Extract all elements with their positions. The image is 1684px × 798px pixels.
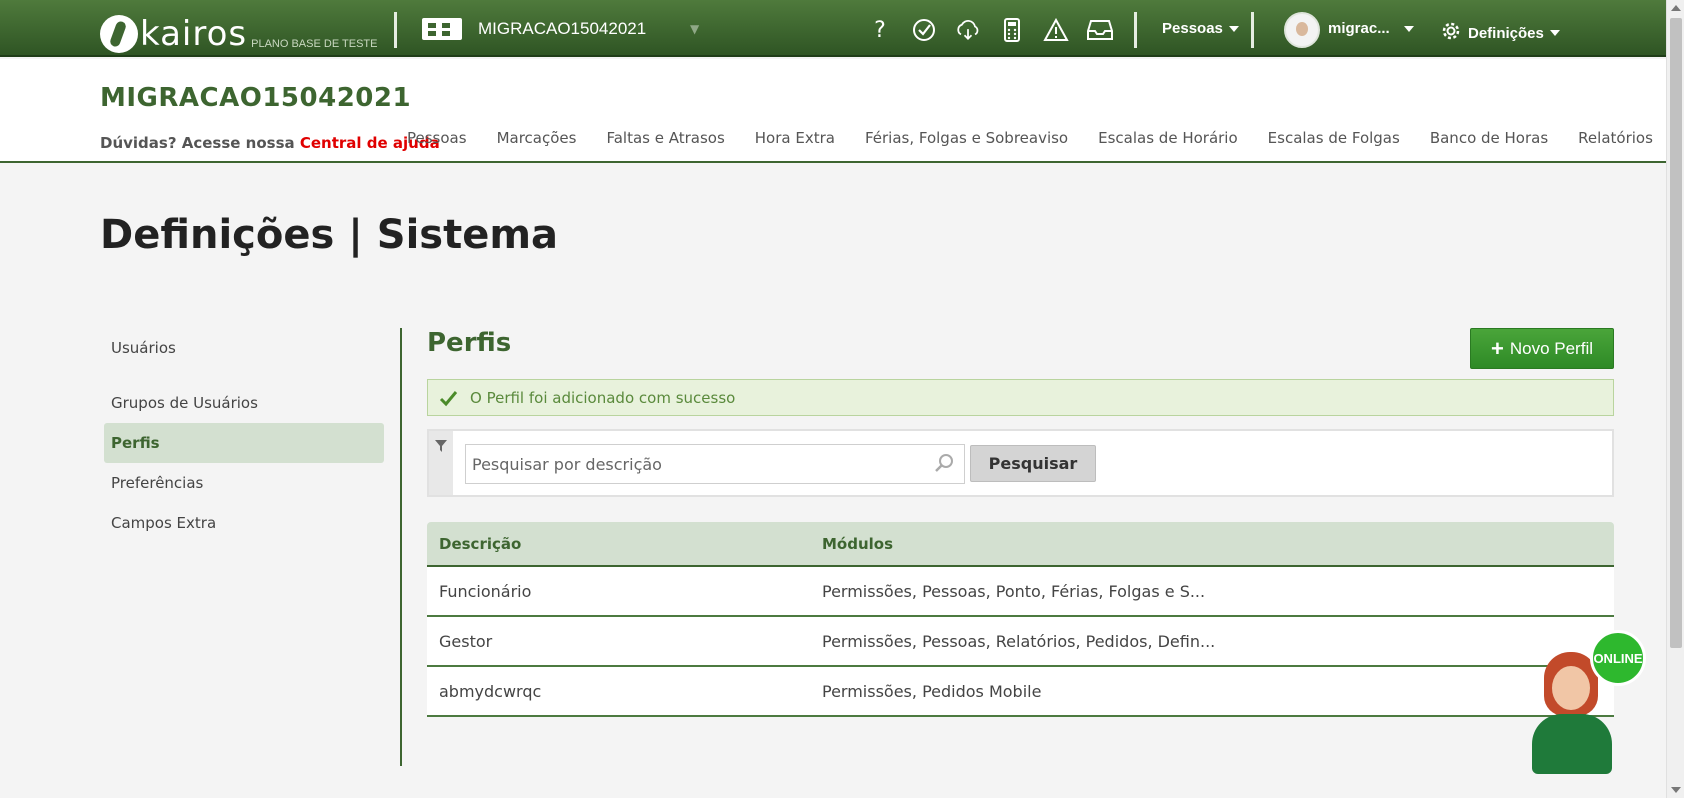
online-support-widget[interactable]: ONLINE bbox=[1530, 628, 1650, 778]
table-row[interactable]: abmydcwrqc Permissões, Pedidos Mobile bbox=[427, 667, 1614, 717]
sidenav-item-perfis[interactable]: Perfis bbox=[104, 423, 384, 463]
user-menu[interactable]: migrac... bbox=[1328, 20, 1414, 37]
avatar[interactable] bbox=[1284, 12, 1320, 48]
page-scrollbar[interactable] bbox=[1666, 0, 1684, 798]
new-profile-button[interactable]: + Novo Perfil bbox=[1470, 328, 1614, 369]
nav-item-pessoas[interactable]: Pessoas bbox=[392, 129, 482, 147]
filter-strip bbox=[429, 431, 453, 495]
filter-icon[interactable] bbox=[434, 439, 448, 457]
cell-modulos: Permissões, Pessoas, Relatórios, Pedidos… bbox=[822, 631, 1216, 651]
nav-item-hora-extra[interactable]: Hora Extra bbox=[740, 129, 850, 147]
search-input[interactable] bbox=[465, 444, 965, 484]
company-title: MIGRACAO15042021 bbox=[100, 83, 412, 113]
new-profile-label: Novo Perfil bbox=[1509, 338, 1593, 358]
settings-menu[interactable]: Definições bbox=[1440, 20, 1560, 46]
nav-item-faltas-atrasos[interactable]: Faltas e Atrasos bbox=[591, 129, 739, 147]
table-row[interactable]: Gestor Permissões, Pessoas, Relatórios, … bbox=[427, 617, 1614, 667]
agent-body bbox=[1532, 714, 1612, 774]
top-bar: kairos PLANO BASE DE TESTE MIGRACAO15042… bbox=[0, 0, 1666, 57]
help-text: Dúvidas? Acesse nossa Central de ajuda bbox=[100, 134, 440, 152]
kairos-logo-mark-icon bbox=[100, 15, 138, 53]
nav-item-banco-horas[interactable]: Banco de Horas bbox=[1415, 129, 1563, 147]
scroll-up-icon[interactable] bbox=[1671, 5, 1681, 11]
plus-icon: + bbox=[1491, 335, 1504, 361]
company-name: MIGRACAO15042021 bbox=[478, 19, 647, 38]
kairos-logo[interactable]: kairos PLANO BASE DE TESTE bbox=[100, 5, 377, 53]
help-prefix: Dúvidas? Acesse nossa bbox=[100, 134, 300, 152]
company-selector[interactable]: MIGRACAO15042021 bbox=[422, 18, 646, 40]
column-header-descricao[interactable]: Descrição bbox=[427, 535, 822, 553]
sidenav-item-grupos-usuarios[interactable]: Grupos de Usuários bbox=[104, 383, 384, 423]
column-header-modulos[interactable]: Módulos bbox=[822, 535, 893, 553]
pessoas-menu[interactable]: Pessoas bbox=[1162, 20, 1239, 37]
nav-item-marcacoes[interactable]: Marcações bbox=[482, 129, 592, 147]
chevron-down-icon bbox=[1228, 25, 1239, 32]
scroll-thumb[interactable] bbox=[1670, 18, 1682, 648]
chevron-down-icon bbox=[1549, 30, 1560, 36]
topbar-separator bbox=[1251, 12, 1254, 48]
settings-sidenav: Usuários Grupos de Usuários Perfis Prefe… bbox=[104, 328, 384, 543]
nav-item-escalas-folgas[interactable]: Escalas de Folgas bbox=[1253, 129, 1415, 147]
profiles-table: Descrição Módulos Funcionário Permissões… bbox=[427, 522, 1614, 717]
cell-descricao: Funcionário bbox=[439, 581, 532, 601]
inbox-icon[interactable] bbox=[1086, 16, 1114, 44]
search-icon[interactable] bbox=[934, 453, 954, 478]
sidenav-item-campos-extra[interactable]: Campos Extra bbox=[104, 503, 384, 543]
scroll-down-icon[interactable] bbox=[1671, 787, 1681, 793]
online-badge: ONLINE bbox=[1590, 630, 1646, 686]
logo-text: kairos bbox=[140, 14, 248, 54]
cell-modulos: Permissões, Pessoas, Ponto, Férias, Folg… bbox=[822, 581, 1206, 601]
topbar-separator bbox=[1134, 12, 1137, 48]
company-caret-icon[interactable]: ▼ bbox=[690, 22, 699, 36]
user-name: migrac... bbox=[1328, 20, 1390, 37]
settings-menu-label: Definições bbox=[1468, 24, 1544, 42]
sidenav-item-preferencias[interactable]: Preferências bbox=[104, 463, 384, 503]
agent-face bbox=[1552, 666, 1590, 710]
gear-icon bbox=[1440, 20, 1462, 46]
building-icon bbox=[422, 18, 462, 40]
nav-item-ferias[interactable]: Férias, Folgas e Sobreaviso bbox=[850, 129, 1083, 147]
filter-panel: Pesquisar bbox=[427, 429, 1614, 497]
success-alert-text: O Perfil foi adicionado com sucesso bbox=[470, 388, 736, 407]
calculator-icon[interactable] bbox=[998, 16, 1026, 44]
logo-subtitle: PLANO BASE DE TESTE bbox=[251, 38, 378, 50]
help-icon[interactable]: ? bbox=[866, 16, 894, 44]
nav-item-relatorios[interactable]: Relatórios bbox=[1563, 129, 1668, 147]
table-row[interactable]: Funcionário Permissões, Pessoas, Ponto, … bbox=[427, 567, 1614, 617]
cell-modulos: Permissões, Pedidos Mobile bbox=[822, 681, 1042, 701]
success-alert: O Perfil foi adicionado com sucesso bbox=[427, 379, 1614, 416]
nav-item-escalas-horario[interactable]: Escalas de Horário bbox=[1083, 129, 1253, 147]
topbar-separator bbox=[394, 12, 397, 48]
section-title: Perfis bbox=[427, 328, 512, 358]
pessoas-menu-label: Pessoas bbox=[1162, 20, 1223, 37]
search-button[interactable]: Pesquisar bbox=[970, 445, 1096, 482]
cell-descricao: abmydcwrqc bbox=[439, 681, 542, 701]
cell-descricao: Gestor bbox=[439, 631, 493, 651]
sidenav-divider bbox=[400, 328, 402, 766]
checkmark-icon bbox=[438, 388, 458, 408]
chevron-down-icon bbox=[1403, 25, 1414, 32]
table-header: Descrição Módulos bbox=[427, 522, 1614, 567]
cloud-download-icon[interactable] bbox=[954, 16, 982, 44]
main-nav: Pessoas Marcações Faltas e Atrasos Hora … bbox=[392, 129, 1668, 147]
page-title: Definições | Sistema bbox=[100, 212, 559, 258]
warning-icon[interactable] bbox=[1042, 16, 1070, 44]
sidenav-item-usuarios[interactable]: Usuários bbox=[104, 328, 384, 368]
clock-check-icon[interactable] bbox=[910, 16, 938, 44]
topbar-icons: ? bbox=[866, 16, 1114, 44]
company-header: MIGRACAO15042021 Dúvidas? Acesse nossa C… bbox=[0, 59, 1666, 163]
